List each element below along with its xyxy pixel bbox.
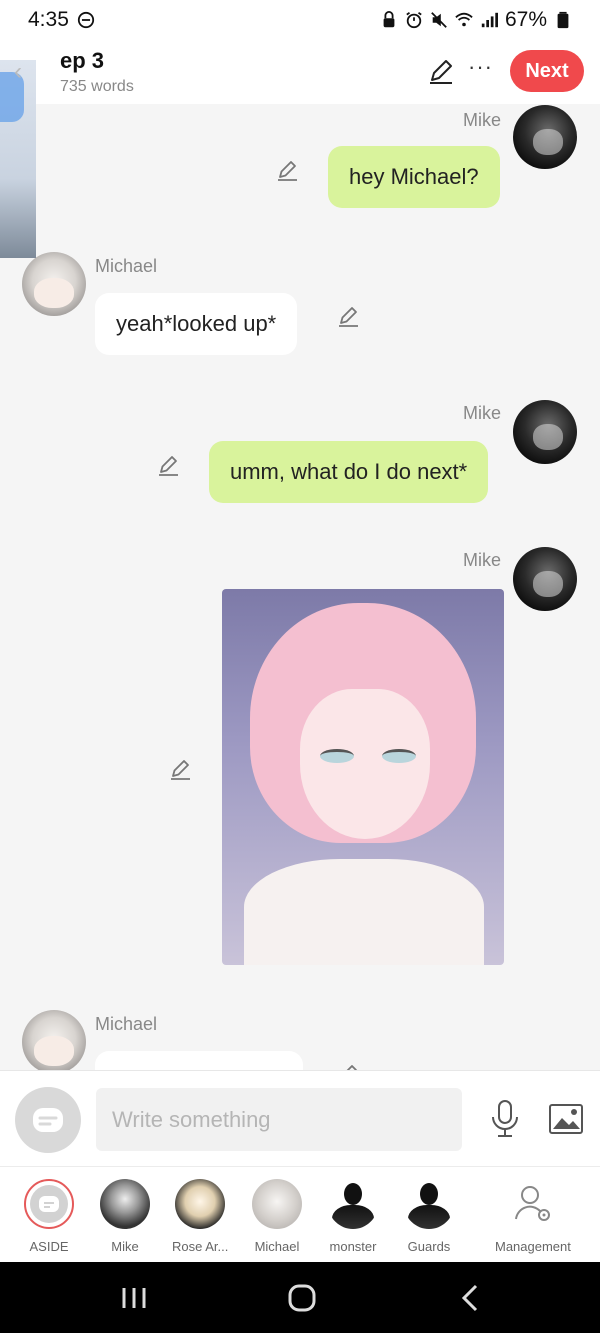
speaker-name: Mike: [463, 403, 502, 423]
character-avatar: [252, 1179, 302, 1229]
alarm-icon: [406, 12, 422, 29]
next-button[interactable]: Next: [510, 50, 584, 92]
character-label: monster: [329, 1239, 377, 1254]
character-label: ASIDE: [29, 1239, 69, 1254]
avatar-michael[interactable]: [22, 1010, 86, 1070]
edit-message-icon[interactable]: [168, 756, 194, 782]
home-icon[interactable]: [282, 1282, 322, 1314]
edit-message-icon[interactable]: [156, 452, 182, 478]
edit-message-icon[interactable]: [336, 303, 362, 329]
edit-message-icon[interactable]: [275, 157, 301, 183]
silhouette-icon: [328, 1179, 378, 1229]
do-not-disturb-icon: [77, 11, 94, 29]
recent-apps-icon[interactable]: [114, 1282, 154, 1314]
chat-area[interactable]: Mike hey Michael? Michael yeah*looked up…: [0, 104, 600, 1070]
character-management[interactable]: Management: [495, 1179, 571, 1254]
message-bubble[interactable]: [95, 1051, 303, 1070]
speaker-name: Mike: [463, 550, 502, 570]
message-bubble[interactable]: umm, what do I do next*: [209, 441, 489, 503]
image-message[interactable]: [222, 589, 504, 965]
avatar-michael[interactable]: [22, 252, 86, 316]
avatar-mike[interactable]: [513, 105, 577, 169]
mute-icon: [431, 12, 447, 28]
system-navigation-bar: [0, 1262, 600, 1333]
wifi-icon: [455, 12, 473, 27]
chat-bubble-icon: [33, 1108, 63, 1132]
manage-user-icon: [514, 1186, 550, 1221]
message-bubble[interactable]: hey Michael?: [328, 146, 500, 208]
speaker-name: Michael: [95, 256, 158, 276]
lock-icon: [383, 11, 395, 28]
aside-mode-button[interactable]: [15, 1087, 81, 1153]
character-label: Rose Ar...: [172, 1239, 229, 1254]
episode-header: ‹ ep 3 735 words ··· Next: [0, 40, 600, 258]
status-bar: 4:35 67%: [0, 0, 600, 40]
character-monster[interactable]: monster: [328, 1179, 378, 1254]
signal-icon: [481, 12, 498, 28]
aside-icon: [39, 1196, 59, 1212]
character-guards[interactable]: Guards: [404, 1179, 454, 1254]
edit-pen-icon[interactable]: [426, 56, 456, 86]
character-aside[interactable]: ASIDE: [24, 1179, 74, 1254]
avatar-mike[interactable]: [513, 547, 577, 611]
character-selector: ASIDE Mike Rose Ar... Michael monster Gu…: [0, 1166, 600, 1262]
character-label: Mike: [111, 1239, 139, 1254]
character-mike[interactable]: Mike: [100, 1179, 150, 1254]
microphone-icon[interactable]: [488, 1099, 522, 1139]
edit-message-icon[interactable]: [336, 1061, 362, 1070]
more-options-button[interactable]: ···: [468, 54, 493, 80]
character-label: Management: [495, 1239, 571, 1254]
speaker-name: Mike: [463, 110, 502, 130]
silhouette-icon: [404, 1179, 454, 1229]
character-label: Michael: [254, 1239, 300, 1254]
image-upload-icon[interactable]: [548, 1103, 584, 1135]
avatar-mike[interactable]: [513, 400, 577, 464]
character-avatar: [175, 1179, 226, 1229]
episode-title[interactable]: ep 3: [60, 48, 104, 74]
word-count: 735 words: [60, 78, 134, 95]
battery-percent: 67%: [504, 8, 547, 31]
back-icon[interactable]: [452, 1282, 492, 1314]
message-composer: [0, 1070, 600, 1166]
status-time: 4:35: [28, 8, 69, 31]
write-input[interactable]: [96, 1088, 462, 1151]
character-label: Guards: [407, 1239, 451, 1254]
character-michael[interactable]: Michael: [252, 1179, 302, 1254]
battery-icon: [557, 11, 569, 29]
speaker-name: Michael: [95, 1014, 158, 1034]
character-avatar: [100, 1179, 150, 1229]
back-chevron-icon[interactable]: ‹: [14, 58, 22, 86]
episode-cover-thumbnail[interactable]: [0, 60, 36, 258]
message-bubble[interactable]: yeah*looked up*: [95, 293, 298, 355]
character-rose[interactable]: Rose Ar...: [172, 1179, 228, 1254]
